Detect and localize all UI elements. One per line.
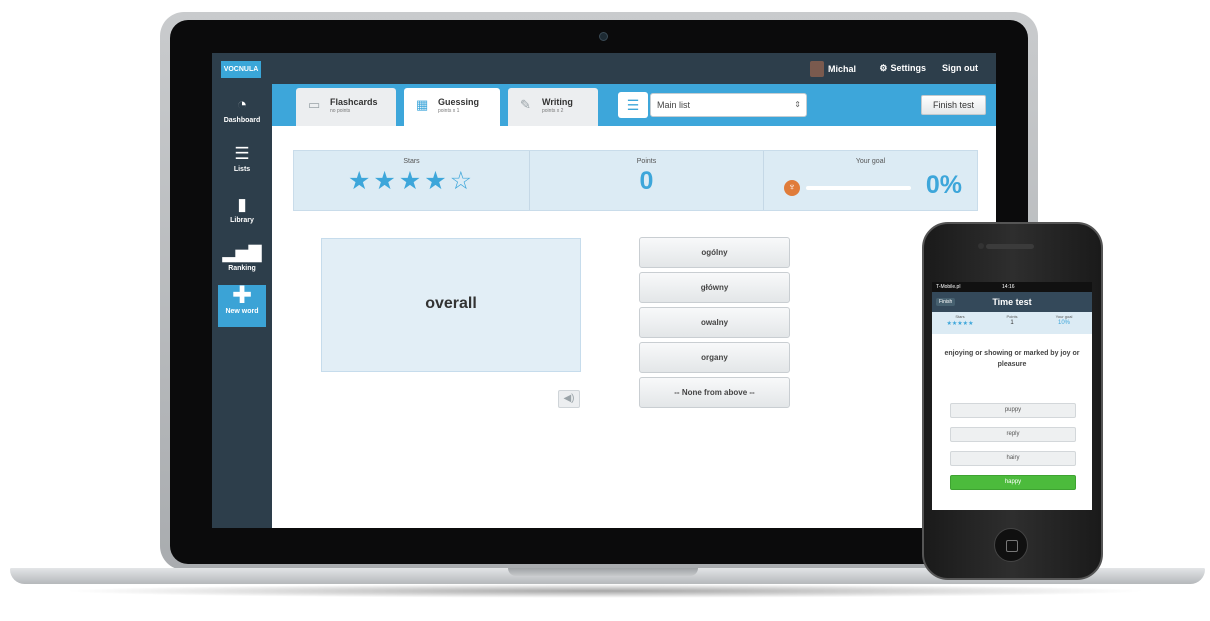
list-select-value: Main list (657, 100, 691, 110)
laptop-screen: VOCNULA Michal ⚙ Settings Sign out ◔ Das… (212, 53, 996, 528)
sidebar: ◔ Dashboard ☰ Lists ▮ Library ▂▅▇ Rankin… (212, 84, 272, 528)
sidebar-item-new-word[interactable]: ✚ New word (218, 282, 266, 327)
stats-panel: Stars ★★★★☆ Points 0 Your goal ♆ 0% (293, 150, 978, 211)
phone-status-bar: T-Mobile.pl 14:16 (932, 282, 1092, 292)
sidebar-item-label: Lists (233, 166, 251, 173)
laptop-notch (508, 568, 698, 576)
tab-label: Writing (542, 97, 573, 107)
phone-goal-value: 10% (1057, 320, 1070, 326)
phone-points-value: 1 (1010, 320, 1014, 326)
answer-button[interactable]: główny (639, 272, 790, 303)
pencil-icon: ✎ (520, 97, 531, 112)
logo[interactable]: VOCNULA (221, 61, 261, 78)
book-icon: ▮ (237, 195, 247, 214)
laptop-shadow (60, 584, 1150, 598)
tab-writing[interactable]: ✎ Writing points x 2 (508, 88, 598, 126)
user-name: Michal (827, 64, 856, 74)
sign-out-link[interactable]: Sign out (942, 63, 978, 73)
settings-label: Settings (890, 63, 926, 73)
word-card: overall (321, 238, 581, 372)
word-text: overall (425, 295, 477, 312)
sidebar-item-dashboard[interactable]: ◔ Dashboard (212, 90, 272, 138)
answer-button[interactable]: ogólny (639, 237, 790, 268)
avatar (809, 61, 824, 77)
tab-sublabel: points x 1 (438, 108, 460, 114)
none-from-above-button[interactable]: -- None from above -- (639, 377, 790, 408)
points-label: Points (636, 158, 657, 165)
stage: VOCNULA Michal ⚙ Settings Sign out ◔ Das… (0, 0, 1210, 621)
points-stat: Points 0 (530, 151, 763, 210)
flashcards-icon: ▭ (308, 97, 321, 112)
sidebar-item-ranking[interactable]: ▂▅▇ Ranking (212, 238, 272, 286)
speedometer-icon: ◔ (236, 95, 248, 114)
stars-stat: Stars ★★★★☆ (294, 151, 529, 210)
phone-stars-stat: Stars ★★★★★ (936, 314, 984, 327)
sidebar-item-label: Ranking (228, 265, 256, 272)
answer-list: ogólny główny owalny organy -- None from… (639, 237, 790, 412)
tab-label: Flashcards (330, 97, 378, 107)
chevron-updown-icon: ⇕ (794, 100, 801, 109)
star-rating: ★★★★☆ (347, 167, 476, 195)
laptop-camera (599, 32, 608, 41)
finish-test-button[interactable]: Finish test (921, 95, 986, 115)
phone-points-label: Points (1006, 314, 1018, 319)
phone-answer-button[interactable]: reply (950, 427, 1076, 442)
points-value: 0 (639, 167, 654, 195)
tab-flashcards[interactable]: ▭ Flashcards no points (296, 88, 396, 126)
phone-answer-button[interactable]: hairy (950, 451, 1076, 466)
carrier-text: T-Mobile.pl (936, 284, 961, 290)
bar-chart-icon: ▂▅▇ (222, 243, 262, 262)
phone-stats: Stars ★★★★★ Points 1 Your goal 10% (932, 312, 1092, 334)
stars-label: Stars (403, 158, 420, 165)
guessing-icon: ▦ (416, 97, 429, 112)
goal-label: Your goal (855, 158, 886, 165)
phone-camera (978, 243, 984, 249)
tab-sublabel: points x 2 (542, 108, 564, 114)
answer-button[interactable]: owalny (639, 307, 790, 338)
list-icon-button[interactable]: ☰ (618, 92, 648, 118)
trophy-icon: ♆ (784, 180, 800, 196)
tab-sublabel: no points (330, 108, 351, 114)
tab-guessing[interactable]: ▦ Guessing points x 1 (404, 88, 500, 126)
gear-icon: ⚙ (879, 63, 888, 73)
top-bar: VOCNULA Michal ⚙ Settings Sign out (212, 53, 996, 84)
sidebar-item-label: Dashboard (223, 117, 261, 124)
goal-progress-bar (806, 186, 911, 190)
tab-label: Guessing (438, 97, 480, 107)
phone-title: Time test (992, 297, 1032, 307)
list-icon: ☰ (234, 144, 250, 163)
time-text: 14:16 (1002, 284, 1015, 290)
goal-stat: Your goal ♆ 0% (764, 151, 977, 210)
sidebar-item-label: New word (225, 308, 259, 315)
phone-earpiece (986, 244, 1034, 249)
answer-button[interactable]: organy (639, 342, 790, 373)
plus-icon: ✚ (231, 282, 253, 309)
user-menu[interactable]: Michal (809, 61, 856, 77)
phone-stars-label: Stars (955, 314, 965, 319)
phone-answer-button-correct[interactable]: happy (950, 475, 1076, 490)
sidebar-item-library[interactable]: ▮ Library (212, 190, 272, 238)
phone-home-button[interactable] (994, 528, 1028, 562)
phone-stars-value: ★★★★★ (946, 321, 974, 327)
sidebar-item-lists[interactable]: ☰ Lists (212, 139, 272, 187)
phone-question: enjoying or showing or marked by joy or … (944, 350, 1080, 368)
phone-goal-stat: Your goal 10% (1040, 314, 1088, 326)
speaker-icon[interactable]: ◀) (558, 390, 580, 408)
settings-link[interactable]: ⚙ Settings (879, 63, 926, 74)
phone-points-stat: Points 1 (988, 314, 1036, 326)
goal-percent: 0% (925, 171, 962, 199)
phone-screen: T-Mobile.pl 14:16 Finish Time test Stars… (932, 282, 1092, 510)
tab-bar: ▭ Flashcards no points ▦ Guessing points… (272, 84, 996, 126)
phone-nav-bar: Finish Time test (932, 292, 1092, 312)
phone-answer-button[interactable]: puppy (950, 403, 1076, 418)
sidebar-item-label: Library (230, 217, 254, 224)
list-select[interactable]: Main list ⇕ (650, 93, 807, 117)
phone-answer-list: puppy reply hairy happy (950, 403, 1076, 499)
phone-goal-label: Your goal (1055, 314, 1073, 319)
